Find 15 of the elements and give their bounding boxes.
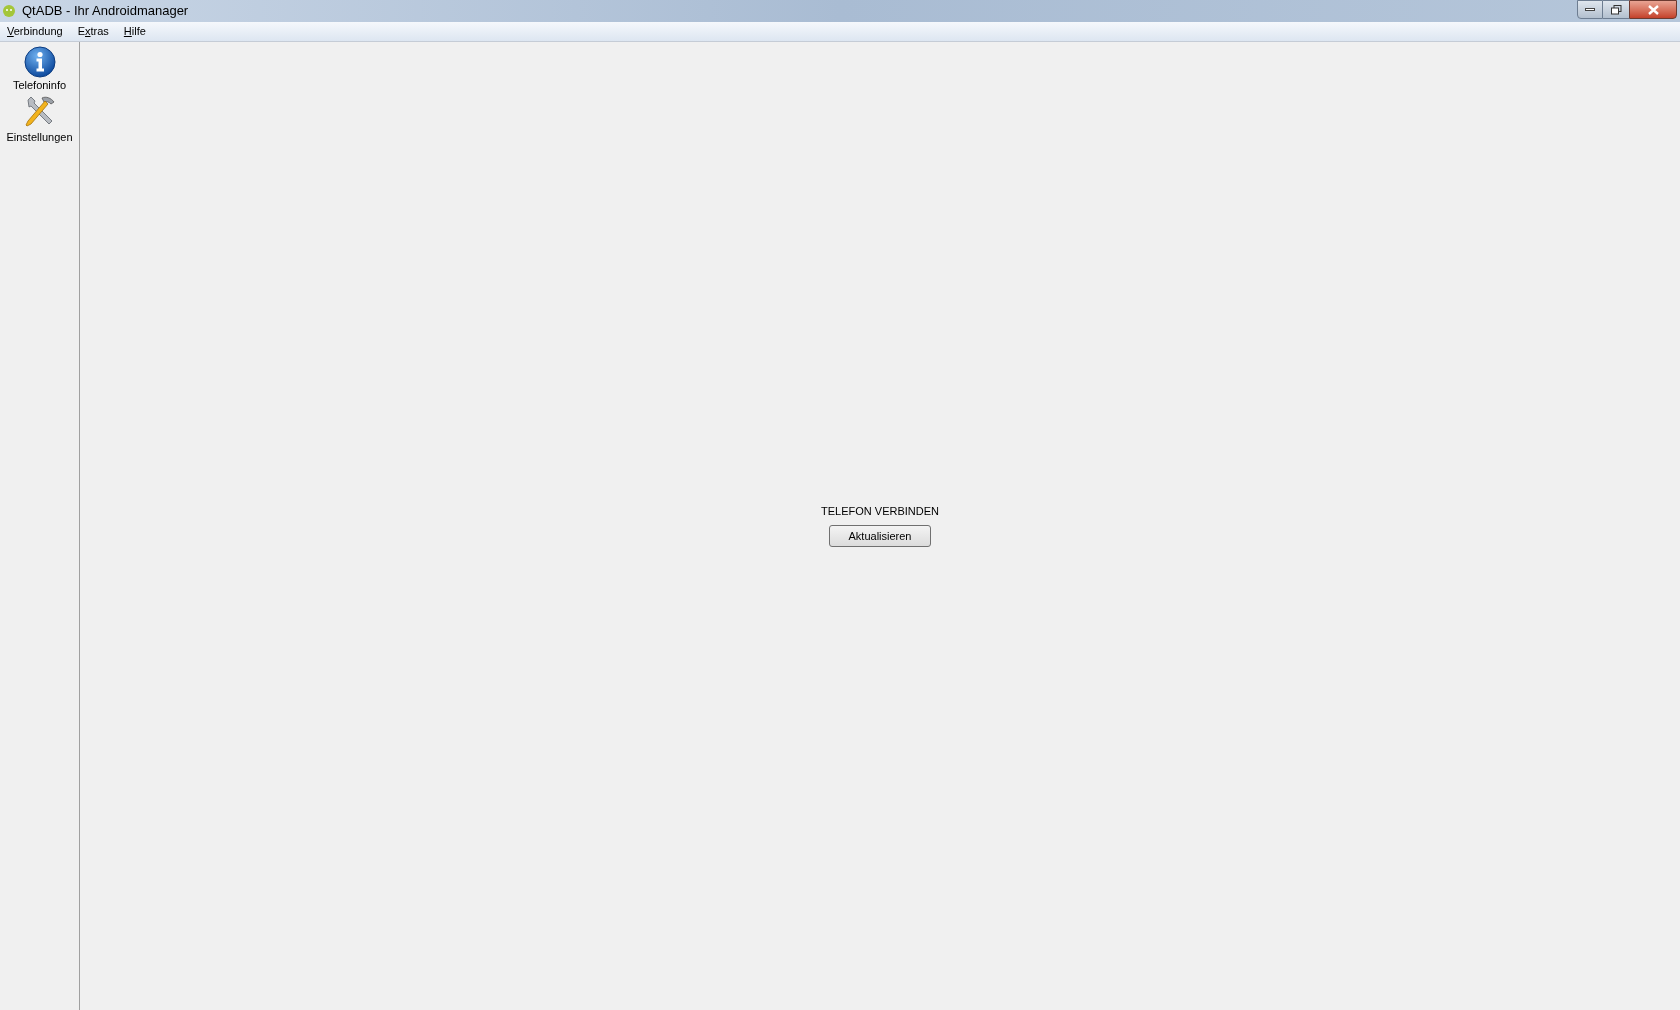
- refresh-button[interactable]: Aktualisieren: [829, 524, 931, 547]
- info-icon: [23, 46, 56, 78]
- menu-item[interactable]: Hilfe: [123, 26, 146, 37]
- window-title: QtADB - Ihr Androidmanager: [22, 2, 189, 21]
- menu-item[interactable]: Verbindung: [7, 26, 63, 37]
- sidebar-item[interactable]: Einstellungen: [6, 94, 73, 144]
- minimize-button[interactable]: [1577, 0, 1603, 19]
- menu-item[interactable]: Extras: [77, 26, 109, 37]
- sidebar-item[interactable]: Telefoninfo: [12, 46, 67, 92]
- android-app-icon: [2, 4, 16, 18]
- status-message: TELEFON VERBINDEN: [821, 504, 939, 520]
- restore-button[interactable]: [1603, 0, 1629, 19]
- close-button[interactable]: [1629, 0, 1677, 19]
- close-icon: [1647, 4, 1659, 15]
- restore-icon: [1610, 4, 1622, 15]
